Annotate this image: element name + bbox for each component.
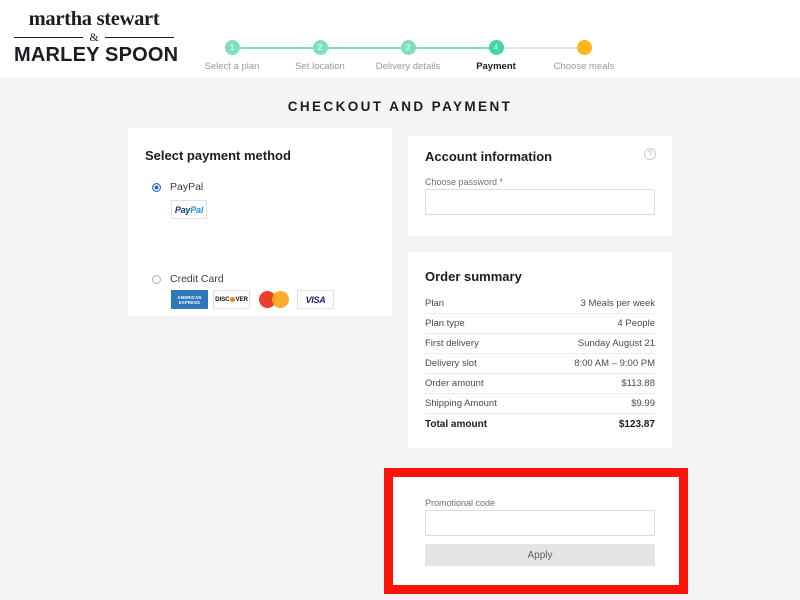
payment-option-label: Credit Card xyxy=(170,273,224,285)
promotional-code-card: Promotional code Apply xyxy=(392,476,680,588)
step-label: Delivery details xyxy=(375,61,441,72)
payment-option-credit-card[interactable]: Credit Card xyxy=(152,273,224,285)
summary-row-first-delivery: First delivery Sunday August 21 xyxy=(425,334,655,354)
stepper-item-select-a-plan[interactable]: 1 Select a plan xyxy=(184,40,280,72)
summary-label: Plan xyxy=(425,298,445,309)
order-summary-rows: Plan 3 Meals per week Plan type 4 People… xyxy=(425,294,655,434)
paypal-logo-row: PayPal xyxy=(171,200,207,219)
discover-o-dot xyxy=(229,297,235,302)
radio-credit-card[interactable] xyxy=(152,274,161,284)
summary-value: 8:00 AM – 9:00 PM xyxy=(574,358,655,369)
step-label: Choose meals xyxy=(553,61,615,72)
discover-pre: DISC xyxy=(215,296,230,303)
step-number-badge: 1 xyxy=(224,40,240,55)
summary-value: 4 People xyxy=(617,318,655,329)
stepper-item-choose-meals[interactable]: Choose meals xyxy=(536,40,632,72)
summary-label: First delivery xyxy=(425,338,479,349)
account-information-title: Account information xyxy=(425,149,553,164)
step-number-badge: 4 xyxy=(488,40,504,55)
radio-paypal[interactable] xyxy=(152,182,161,192)
summary-row-shipping-amount: Shipping Amount $9.99 xyxy=(425,394,655,414)
discover-post: VER xyxy=(235,296,248,303)
paypal-logo-part2: Pal xyxy=(190,204,204,215)
amex-icon: AMERICAN EXPRESS xyxy=(171,290,208,309)
help-icon[interactable]: ? xyxy=(644,148,656,160)
brand-line-martha-stewart: martha stewart xyxy=(28,8,160,30)
stepper-item-delivery-details[interactable]: 3 Delivery details xyxy=(360,40,456,72)
mastercard-icon xyxy=(255,290,292,309)
mastercard-circle-right xyxy=(271,291,289,308)
summary-row-plan-type: Plan type 4 People xyxy=(425,314,655,334)
credit-card-logos-row: AMERICAN EXPRESS DISC VER VISA xyxy=(171,290,334,309)
summary-value: $9.99 xyxy=(631,398,655,409)
password-input[interactable] xyxy=(425,189,655,215)
step-number-badge: 2 xyxy=(312,40,328,55)
paypal-logo-part1: Pay xyxy=(174,204,191,215)
summary-label: Plan type xyxy=(425,318,465,329)
payment-option-label: PayPal xyxy=(170,181,204,193)
brand-logo[interactable]: martha stewart & MARLEY SPOON xyxy=(14,8,179,66)
step-label: Select a plan xyxy=(204,61,260,72)
paypal-icon: PayPal xyxy=(171,200,207,219)
step-label: Set location xyxy=(295,61,345,72)
discover-icon: DISC VER xyxy=(213,290,250,309)
brand-ampersand: & xyxy=(89,30,99,44)
summary-value: $113.88 xyxy=(621,378,655,389)
apply-promo-button[interactable]: Apply xyxy=(425,544,655,566)
summary-label: Shipping Amount xyxy=(425,398,497,409)
visa-icon: VISA xyxy=(297,290,334,309)
brand-divider: & xyxy=(14,31,174,43)
summary-row-delivery-slot: Delivery slot 8:00 AM – 9:00 PM xyxy=(425,354,655,374)
account-information-card: Account information ? Choose password * xyxy=(408,136,672,236)
amex-line2: EXPRESS xyxy=(178,299,201,305)
payment-option-paypal[interactable]: PayPal xyxy=(152,181,203,193)
payment-method-title: Select payment method xyxy=(145,148,291,163)
promo-code-label: Promotional code xyxy=(425,498,496,508)
order-summary-card: Order summary Plan 3 Meals per week Plan… xyxy=(408,252,672,448)
summary-label: Delivery slot xyxy=(425,358,477,369)
summary-label: Total amount xyxy=(425,418,488,430)
summary-row-total-amount: Total amount $123.87 xyxy=(425,414,655,434)
step-label: Payment xyxy=(476,61,516,72)
site-header: martha stewart & MARLEY SPOON 1 Select a… xyxy=(0,0,800,78)
password-label: Choose password * xyxy=(425,177,504,187)
stepper-item-payment[interactable]: 4 Payment xyxy=(448,40,544,72)
summary-row-order-amount: Order amount $113.88 xyxy=(425,374,655,394)
summary-value: $123.87 xyxy=(618,418,655,430)
promo-code-input[interactable] xyxy=(425,510,655,536)
step-number-badge xyxy=(576,40,592,55)
summary-row-plan: Plan 3 Meals per week xyxy=(425,294,655,314)
stepper-item-set-location[interactable]: 2 Set location xyxy=(272,40,368,72)
step-number-badge: 3 xyxy=(400,40,416,55)
summary-value: 3 Meals per week xyxy=(580,298,655,309)
payment-method-card: Select payment method PayPal PayPal Cred… xyxy=(128,128,392,316)
divider-rule-left xyxy=(14,36,84,38)
summary-value: Sunday August 21 xyxy=(577,338,655,349)
checkout-progress-stepper: 1 Select a plan 2 Set location 3 Deliver… xyxy=(196,40,616,74)
page-title: CHECKOUT AND PAYMENT xyxy=(287,99,513,114)
summary-label: Order amount xyxy=(425,378,484,389)
brand-line-marley-spoon: MARLEY SPOON xyxy=(14,44,179,66)
order-summary-title: Order summary xyxy=(425,269,522,284)
divider-rule-right xyxy=(104,36,174,38)
